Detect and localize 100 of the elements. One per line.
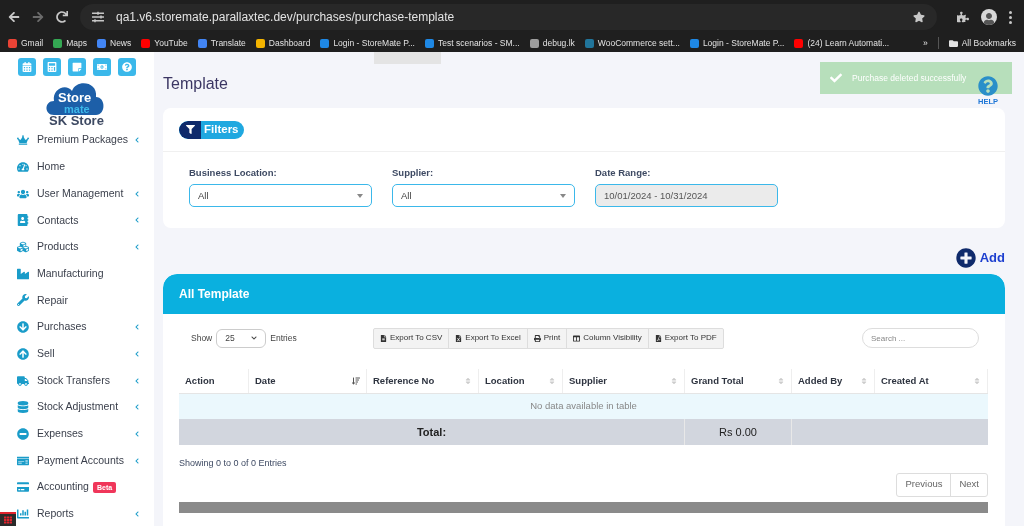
calculator-button[interactable] [43,58,61,76]
sidebar-item[interactable]: Payment Accounts [17,447,140,474]
column-header[interactable]: Location [479,369,563,393]
crown-icon [17,134,29,147]
users-icon [17,187,29,200]
calculator-icon [47,62,57,72]
check-icon [830,72,842,84]
toast-message: Purchase deleted successfully [852,71,967,85]
select-field[interactable]: All [392,184,575,208]
export-button[interactable]: Export To CSV [374,328,450,348]
page-title: Template [163,76,228,92]
columns-icon [573,334,581,342]
card-title: All Template [179,286,250,303]
sidebar-item[interactable]: Reports [17,500,140,526]
more-bookmarks-button[interactable]: » [922,36,928,50]
sidebar-item[interactable]: Stock Transfers [17,367,140,394]
dashboard-icon [17,161,29,174]
add-button[interactable]: Add [955,248,1005,268]
sidebar-item[interactable]: Products [17,233,140,261]
star-icon[interactable] [913,11,925,23]
column-header[interactable]: Grand Total [685,369,792,393]
bookmark[interactable]: Test scenarios - SM... [425,36,520,50]
logo-text: Store [58,91,92,104]
field-label: Business Location: [189,166,278,180]
bookmark[interactable]: Login - StoreMate P... [320,36,415,50]
sidebar-item[interactable]: Home [17,153,140,181]
bookmark[interactable]: WooCommerce sett... [584,36,680,50]
pagination-button[interactable]: Previous [897,473,952,496]
column-header[interactable]: Date [249,369,367,393]
export-button[interactable]: Export To Excel [449,328,528,348]
help-icon[interactable] [978,76,998,96]
export-button[interactable]: Print [527,328,568,348]
sidebar-item[interactable]: Premium Packages [17,127,140,154]
calendar-button[interactable] [18,58,36,76]
pagination-button[interactable]: Next [951,473,987,496]
print-icon [533,334,541,342]
factory-icon [17,267,29,280]
reload-icon[interactable] [56,11,68,23]
menu-icon[interactable] [1009,10,1012,24]
bookmark-folder[interactable]: All Bookmarks [948,36,1016,50]
column-header: Action [179,369,249,393]
truck-icon [17,374,29,387]
sidebar-item[interactable]: Sell [17,340,140,368]
cubes-icon [17,241,29,254]
column-header[interactable]: Created At [875,369,988,393]
extensions-icon[interactable] [957,11,969,23]
bookmark[interactable]: Maps [53,36,87,50]
contact-card-icon [17,214,29,227]
help-icon [122,62,132,72]
card-icon [17,481,29,494]
sidebar-item[interactable]: Contacts [17,207,140,234]
cash-icon [97,62,107,72]
sidebar-item[interactable]: Purchases [17,313,140,341]
total-label: Total: [179,419,685,445]
help-button[interactable] [118,58,136,76]
search-field[interactable]: Search ... [862,328,979,348]
note-icon [72,62,82,72]
tab-strip [374,52,441,64]
database-icon [17,401,29,414]
bookmark[interactable]: News [97,36,132,50]
debug-bar-icon[interactable] [0,512,16,526]
wrench-icon [17,294,29,307]
bookmark[interactable]: debug.lk [529,36,575,50]
notes-button[interactable] [68,58,86,76]
sidebar-item[interactable]: Expenses [17,420,140,448]
cash-button[interactable] [93,58,111,76]
profile-avatar[interactable] [981,9,997,25]
sidebar-item[interactable]: Stock Adjustment [17,393,140,421]
dropdown-arrow-icon [560,193,566,198]
bookmark[interactable]: Gmail [8,36,44,50]
sidebar-item[interactable]: User Management [17,180,140,208]
total-value: Rs 0.00 [685,419,792,445]
date-range-field[interactable]: 10/01/2024 - 10/31/2024 [595,184,778,208]
show-label: Show [191,331,213,345]
select-field[interactable]: All [189,184,372,208]
field-label: Date Range: [595,166,652,180]
column-header[interactable]: Added By [792,369,875,393]
bookmark[interactable]: Login - StoreMate P... [689,36,785,50]
sidebar-item[interactable]: Repair [17,287,140,314]
bookmark[interactable]: Translate [197,36,246,50]
bookmark[interactable]: YouTube [141,36,188,50]
column-header[interactable]: Supplier [563,369,685,393]
page-size-select[interactable]: 25 [216,328,267,348]
chart-icon [17,507,29,520]
export-button[interactable]: Export To PDF [648,328,723,348]
dropdown-arrow-icon [357,193,363,198]
file-icon [380,334,387,342]
back-icon[interactable] [8,11,20,23]
column-header[interactable]: Reference No [367,369,479,393]
bookmark[interactable]: Dashboard [255,36,311,50]
bookmark[interactable]: (24) Learn Automati... [794,36,890,50]
export-button[interactable]: Column Visibility [567,328,649,348]
forward-icon[interactable] [32,11,44,23]
horizontal-scrollbar[interactable] [179,501,988,513]
empty-row: No data available in table [179,394,988,419]
card-icon [17,454,29,467]
address-bar[interactable]: qa1.v6.storemate.parallaxtec.dev/purchases/purchase-template [80,4,937,30]
plus-icon [955,248,976,268]
sidebar-item[interactable]: Manufacturing [17,260,140,288]
site-settings-icon[interactable] [92,11,104,23]
